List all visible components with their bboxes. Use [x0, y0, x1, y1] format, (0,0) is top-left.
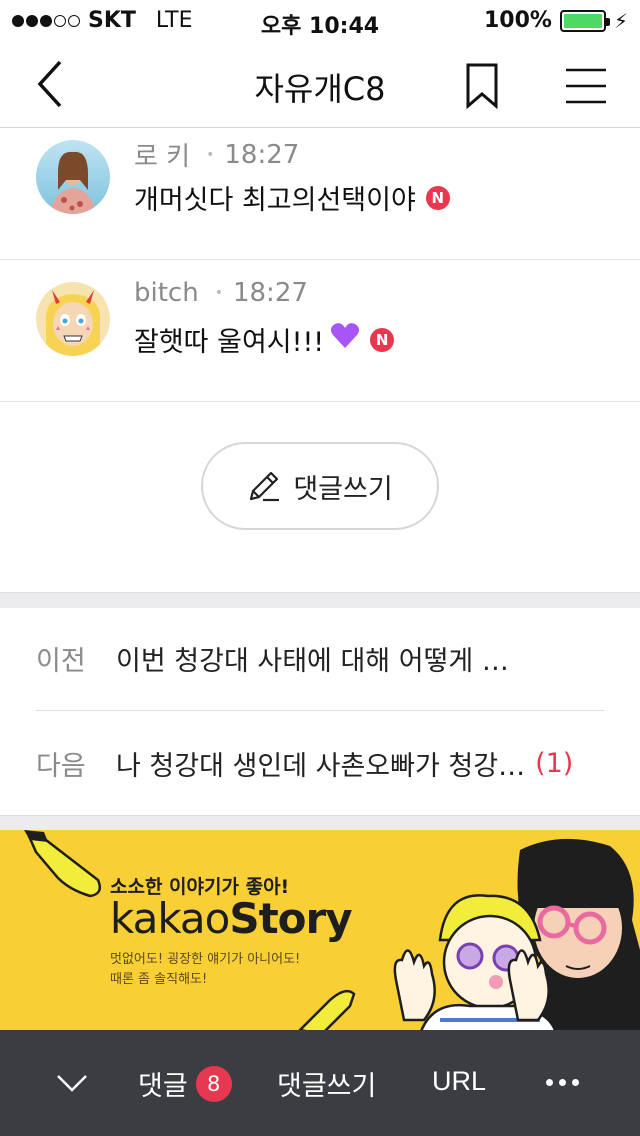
page-title: 자유개C8 — [254, 70, 386, 108]
comment-meta: bitch • 18:27 — [134, 278, 308, 308]
comment-text: 잘햇따 울여시!!! — [134, 327, 325, 358]
comment-body: 개머싯다 최고의선택이야 N — [134, 178, 450, 217]
chevron-down-icon — [57, 1075, 87, 1092]
battery-percent: 100% — [483, 8, 552, 33]
collapse-button[interactable] — [52, 1066, 92, 1100]
hamburger-menu-icon — [566, 68, 606, 104]
kakaostory-ad-banner[interactable]: 소소한 이야기가 좋아! kakaoStory 멋없어도! 굉장한 얘기가 아니… — [0, 830, 640, 1034]
write-comment-area: 댓글쓰기 — [0, 402, 640, 592]
comments-button[interactable]: 댓글 8 — [138, 1064, 232, 1103]
status-bar: SKT LTE 오후 10:44 100% ⚡ — [0, 0, 640, 40]
avatar[interactable] — [36, 282, 110, 356]
purple-heart-emoji — [330, 322, 360, 357]
ad-subtext: 멋없어도! 굉장한 얘기가 아니어도! — [110, 952, 301, 967]
comment-body: 잘햇따 울여시!!! N — [134, 320, 395, 359]
section-divider — [0, 815, 640, 831]
meta-separator: • — [206, 146, 215, 163]
comment-item: 로 키 • 18:27 개머싯다 최고의선택이야 N — [0, 118, 640, 260]
prev-label: 이전 — [36, 645, 86, 677]
meta-separator: • — [214, 285, 223, 301]
battery-icon — [559, 9, 610, 32]
avatar[interactable] — [36, 140, 110, 214]
comments-count-badge: 8 — [195, 1065, 232, 1102]
nav-bar: 자유개C8 — [0, 40, 640, 128]
comment-author[interactable]: 로 키 — [134, 136, 190, 173]
ad-subtext: 때론 좀 솔직해도! — [110, 972, 208, 987]
next-comment-count: (1) — [535, 747, 574, 779]
new-badge: N — [370, 327, 395, 352]
bookmark-button[interactable] — [462, 62, 502, 110]
charging-icon: ⚡ — [613, 8, 628, 33]
write-comment-label: 댓글쓰기 — [293, 473, 393, 505]
new-badge: N — [425, 185, 450, 210]
comment-time: 18:27 — [224, 139, 300, 170]
more-icon[interactable] — [546, 1072, 592, 1092]
next-title: 나 청강대 생인데 사촌오빠가 청강… — [116, 750, 526, 782]
url-button[interactable]: URL — [432, 1066, 486, 1097]
next-post-link[interactable]: 다음 나 청강대 생인데 사촌오빠가 청강… (1) — [36, 711, 604, 815]
comment-author[interactable]: bitch — [134, 278, 199, 308]
comment-meta: 로 키 • 18:27 — [134, 136, 299, 173]
comment-item: bitch • 18:27 잘햇따 울여시!!! N — [0, 260, 640, 402]
bookmark-icon — [466, 63, 498, 110]
comment-time: 18:27 — [232, 278, 308, 308]
toolbar-write-comment-button[interactable]: 댓글쓰기 — [277, 1064, 376, 1103]
comments-label: 댓글 — [138, 1071, 188, 1102]
kakaostory-logo: kakaoStory — [110, 894, 353, 943]
menu-button[interactable] — [564, 66, 608, 106]
comment-text: 개머싯다 최고의선택이야 — [134, 185, 416, 216]
write-comment-button[interactable]: 댓글쓰기 — [201, 442, 439, 530]
prev-title: 이번 청강대 사태에 대해 어떻게 … — [116, 645, 509, 677]
status-right: 100% ⚡ — [484, 8, 628, 33]
next-label: 다음 — [36, 750, 86, 782]
bottom-toolbar: 댓글 8 댓글쓰기 URL — [0, 1030, 640, 1136]
pencil-icon — [250, 471, 280, 502]
prev-post-link[interactable]: 이전 이번 청강대 사태에 대해 어떻게 … — [36, 606, 604, 710]
